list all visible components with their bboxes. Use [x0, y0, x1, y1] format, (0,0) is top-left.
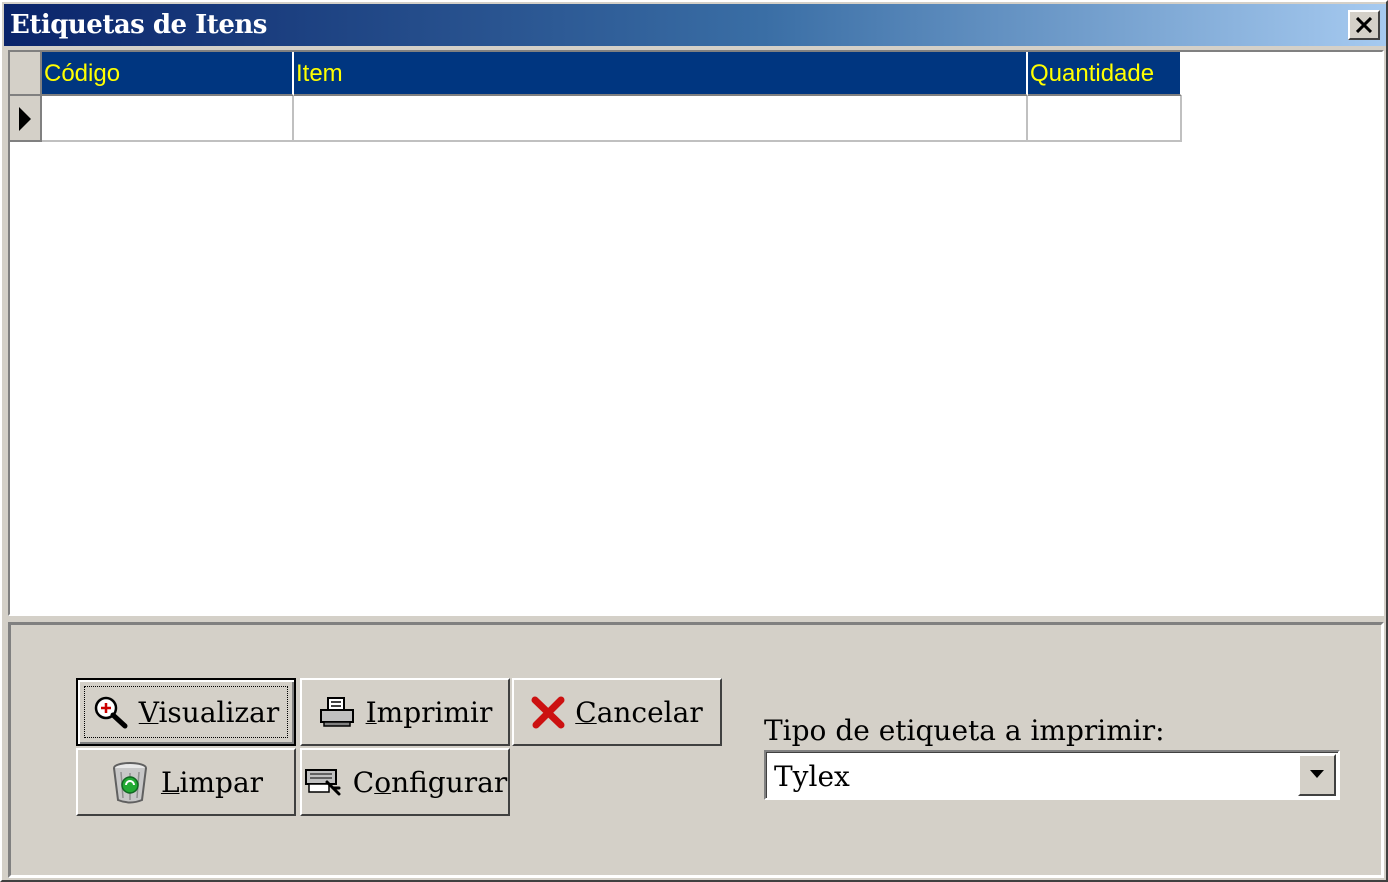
close-button[interactable]	[1348, 10, 1380, 40]
label-type-select[interactable]: Tylex	[764, 750, 1340, 800]
window: Etiquetas de Itens Código Item Quantidad…	[0, 0, 1388, 882]
cell-quantidade[interactable]	[1028, 96, 1182, 142]
configurar-button[interactable]: Configurar	[300, 748, 510, 816]
cell-codigo[interactable]	[42, 96, 294, 142]
window-title: Etiquetas de Itens	[10, 10, 267, 40]
configurar-accel: o	[374, 765, 392, 799]
red-x-icon	[531, 696, 565, 729]
imprimir-label: mprimir	[376, 695, 493, 729]
imprimir-accel: I	[365, 695, 377, 729]
visualizar-accel: V	[138, 695, 159, 729]
title-bar: Etiquetas de Itens	[4, 4, 1386, 46]
zoom-magnifier-icon	[94, 696, 128, 729]
current-row-arrow-icon	[19, 107, 31, 131]
label-type-value: Tylex	[774, 760, 850, 793]
label-type-dropdown-button[interactable]	[1298, 754, 1336, 796]
close-x-icon	[1356, 17, 1372, 33]
cancelar-button[interactable]: Cancelar	[512, 678, 722, 746]
column-header-quantidade[interactable]: Quantidade	[1028, 52, 1182, 96]
cancelar-accel: C	[575, 695, 597, 729]
imprimir-button[interactable]: Imprimir	[300, 678, 510, 746]
limpar-label: impar	[179, 765, 264, 799]
label-type-caption: Tipo de etiqueta a imprimir:	[764, 714, 1165, 747]
limpar-accel: L	[160, 765, 180, 799]
limpar-button[interactable]: Limpar	[76, 748, 296, 816]
recycle-bin-icon	[112, 762, 147, 804]
column-header-item[interactable]: Item	[294, 52, 1028, 96]
printer-setup-icon	[304, 769, 341, 796]
column-header-codigo[interactable]: Código	[42, 52, 294, 96]
printer-icon	[319, 697, 354, 727]
cancelar-label: ancelar	[596, 695, 703, 729]
cell-item[interactable]	[294, 96, 1028, 142]
chevron-down-icon	[1310, 770, 1324, 778]
visualizar-label: isualizar	[158, 695, 280, 729]
grid-corner	[10, 52, 42, 96]
configurar-label: nfigurar	[391, 765, 508, 799]
items-grid[interactable]: Código Item Quantidade	[8, 50, 1384, 616]
visualizar-button[interactable]: Visualizar	[76, 678, 296, 746]
row-indicator	[10, 96, 42, 142]
configurar-label-pre: C	[352, 765, 375, 799]
